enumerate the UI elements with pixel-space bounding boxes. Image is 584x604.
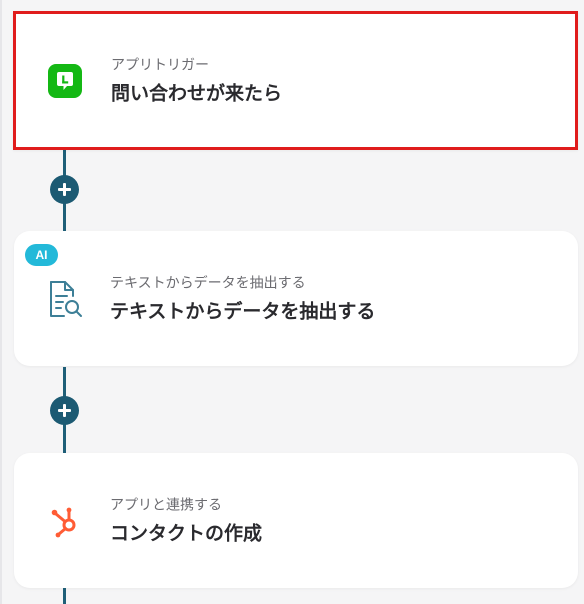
ai-extract-step-card[interactable]: テキストからデータを抽出する テキストからデータを抽出する <box>14 231 578 366</box>
step-title: コンタクトの作成 <box>110 522 263 544</box>
step-type-label: アプリと連携する <box>110 497 222 513</box>
step-title: 問い合わせが来たら <box>111 82 283 104</box>
create-contact-step-card[interactable]: アプリと連携する コンタクトの作成 <box>14 453 578 588</box>
document-search-icon <box>44 279 84 319</box>
trigger-step-card[interactable]: アプリトリガー 問い合わせが来たら <box>13 11 578 150</box>
step-title: テキストからデータを抽出する <box>110 300 376 322</box>
line-app-icon <box>45 61 85 101</box>
step-type-label: アプリトリガー <box>111 57 209 73</box>
ai-badge: AI <box>25 244 58 266</box>
add-step-button[interactable] <box>50 175 79 204</box>
plus-icon <box>58 183 71 196</box>
step-type-label: テキストからデータを抽出する <box>110 275 306 291</box>
flow-connector <box>63 588 66 604</box>
plus-icon <box>58 404 71 417</box>
left-panel-edge <box>0 0 2 604</box>
add-step-button[interactable] <box>50 396 79 425</box>
hubspot-icon <box>44 501 84 541</box>
